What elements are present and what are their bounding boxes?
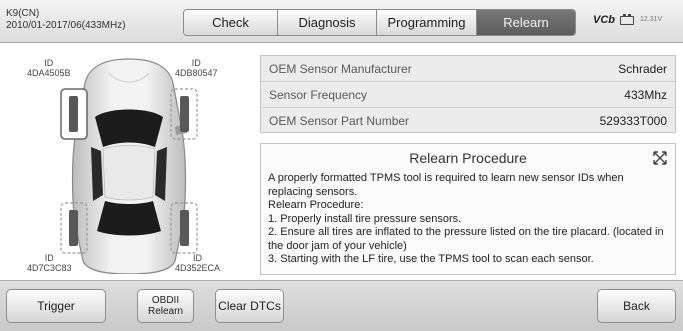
tire-rr-sensor-id: 4D352ECA — [175, 263, 221, 273]
tab-programming[interactable]: Programming — [376, 10, 476, 35]
procedure-text: A properly formatted TPMS tool is requir… — [268, 172, 670, 267]
tire-rl-id: ID 4D7C3C83 — [27, 253, 72, 273]
vehicle-years: 2010/01-2017/06(433MHz) — [6, 20, 126, 31]
footer-toolbar: Trigger OBDII Relearn Clear DTCs Back — [0, 280, 683, 331]
info-value: 433Mhz — [624, 87, 667, 102]
vci-status-icon: VCb — [593, 14, 615, 26]
tire-fl-id: ID 4DA4505B — [27, 58, 71, 78]
battery-icon — [620, 14, 636, 25]
info-label: OEM Sensor Manufacturer — [269, 61, 412, 76]
tire-fr-id: ID 4DB80547 — [175, 58, 218, 78]
car-top-view-icon — [60, 58, 198, 274]
back-button[interactable]: Back — [597, 289, 676, 323]
table-row: Sensor Frequency 433Mhz — [261, 82, 675, 108]
function-tabs: Check Diagnosis Programming Relearn — [183, 9, 576, 36]
header-bar: K9(CN) 2010/01-2017/06(433MHz) Check Dia… — [0, 0, 683, 43]
expand-icon[interactable] — [653, 151, 667, 165]
procedure-line: 3. Starting with the LF tire, use the TP… — [268, 253, 594, 265]
info-value: 529333T000 — [599, 114, 667, 128]
table-row: OEM Sensor Part Number 529333T000 — [261, 108, 675, 134]
clear-dtcs-button[interactable]: Clear DTCs — [215, 289, 284, 323]
relearn-procedure-panel[interactable]: Relearn Procedure A properly formatted T… — [260, 143, 676, 275]
info-label: OEM Sensor Part Number — [269, 114, 410, 128]
tire-fl-sensor-id: 4DA4505B — [27, 68, 71, 78]
sensor-info-table: OEM Sensor Manufacturer Schrader Sensor … — [260, 55, 676, 133]
tire-fr-sensor-id: 4DB80547 — [175, 68, 218, 78]
tab-relearn[interactable]: Relearn — [476, 10, 575, 35]
info-label: Sensor Frequency — [269, 87, 368, 102]
procedure-title: Relearn Procedure — [409, 150, 527, 166]
procedure-line: A properly formatted TPMS tool is requir… — [268, 172, 624, 198]
table-row: OEM Sensor Manufacturer Schrader — [261, 56, 675, 82]
trigger-button[interactable]: Trigger — [6, 289, 106, 323]
procedure-line: 1. Properly install tire pressure sensor… — [268, 212, 462, 225]
tire-rr-id: ID 4D352ECA — [175, 253, 221, 273]
tire-rl-sensor-id: 4D7C3C83 — [27, 263, 72, 273]
tab-check[interactable]: Check — [184, 10, 277, 35]
battery-voltage: 12.31V — [640, 16, 663, 23]
tab-diagnosis[interactable]: Diagnosis — [277, 10, 376, 35]
procedure-line: Relearn Procedure: — [268, 199, 364, 211]
info-value: Schrader — [618, 61, 667, 76]
procedure-line: 2. Ensure all tires are inflated to the … — [268, 226, 664, 252]
vehicle-info: K9(CN) 2010/01-2017/06(433MHz) — [6, 8, 126, 32]
vehicle-model: K9(CN) — [6, 8, 40, 19]
obdii-relearn-button[interactable]: OBDII Relearn — [137, 289, 194, 323]
tire-position-panel: ID 4DA4505B ID 4DB80547 ID 4D7C3C83 ID 4… — [5, 55, 253, 274]
